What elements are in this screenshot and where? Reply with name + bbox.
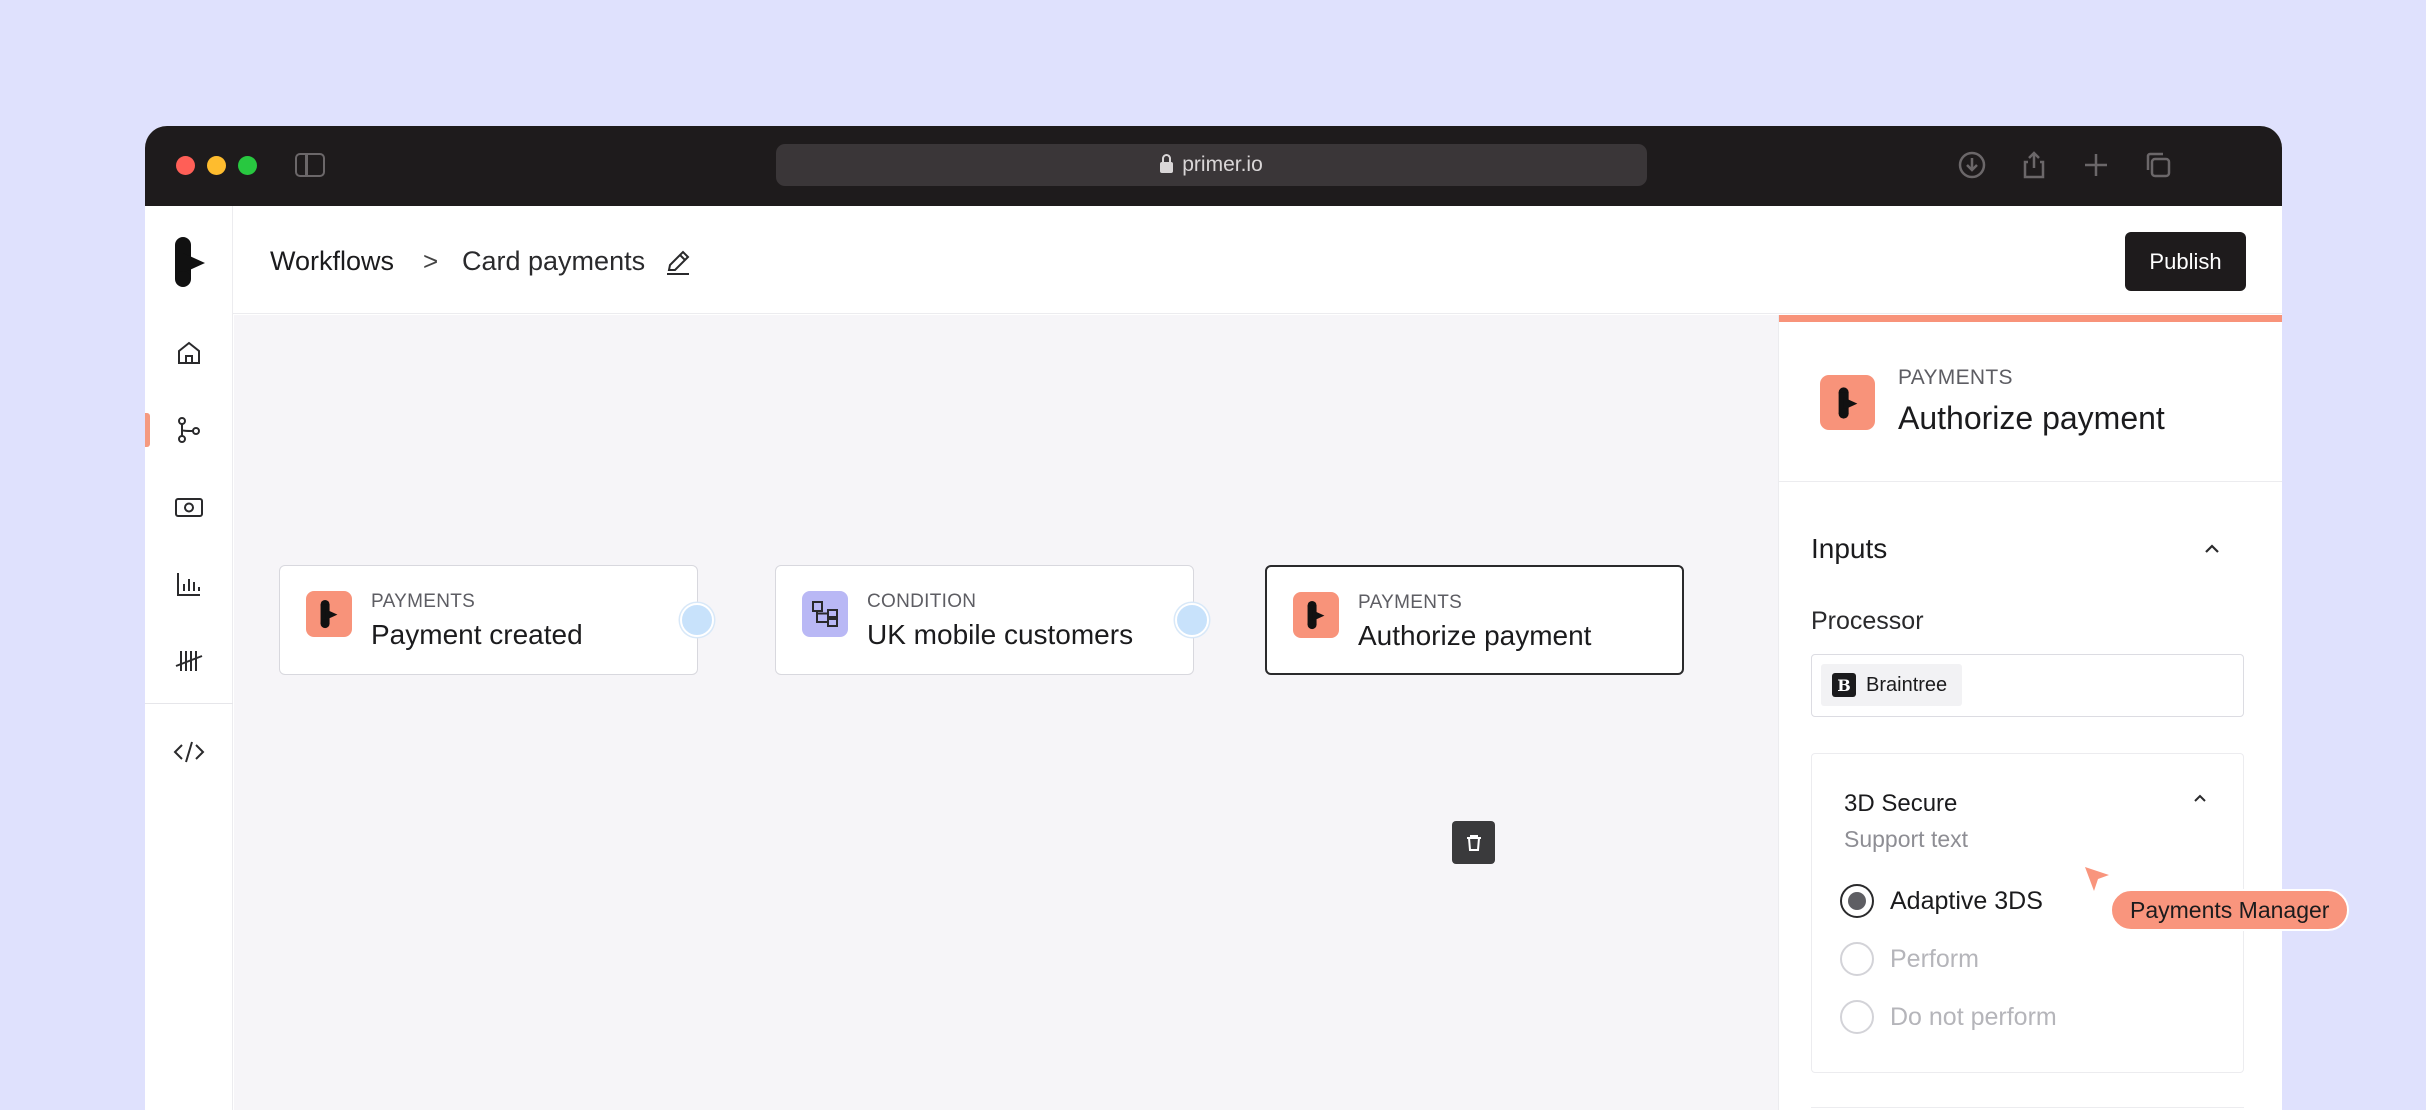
workflows-icon	[178, 417, 200, 443]
panel-title: Authorize payment	[1898, 400, 2165, 436]
three-ds-support-text: Support text	[1844, 826, 1969, 852]
radio-label: Do not perform	[1890, 1002, 2057, 1031]
cursor-user-tag: Payments Manager	[2110, 889, 2350, 931]
chart-icon	[177, 573, 200, 596]
processor-chip[interactable]: B Braintree	[1821, 664, 1963, 706]
primer-logo-icon	[1820, 375, 1875, 430]
breadcrumb-separator: >	[423, 246, 439, 276]
workflow-node-payment-created[interactable]: PAYMENTS Payment created	[279, 565, 698, 675]
panel-category: PAYMENTS	[1898, 366, 2013, 389]
three-ds-title: 3D Secure	[1844, 790, 1958, 817]
maximize-window-button[interactable]	[238, 156, 257, 175]
condition-icon	[802, 591, 848, 637]
close-window-button[interactable]	[176, 156, 195, 175]
sidebar-toggle-icon[interactable]	[295, 153, 325, 177]
inputs-section-label[interactable]: Inputs	[1811, 533, 1887, 565]
trash-icon	[1466, 834, 1481, 851]
nav-item-reconciliation[interactable]	[145, 636, 233, 686]
node-title: Authorize payment	[1358, 620, 1592, 651]
nav-item-analytics[interactable]	[145, 559, 233, 609]
publish-button[interactable]: Publish	[2125, 232, 2246, 291]
node-title: UK mobile customers	[867, 619, 1134, 650]
page-header: Workflows > Card payments Publish	[233, 206, 2282, 314]
minimize-window-button[interactable]	[207, 156, 226, 175]
nav-item-developers[interactable]	[145, 727, 233, 777]
panel-accent-bar	[1779, 315, 2282, 322]
tally-icon	[175, 651, 203, 671]
panel-divider	[1779, 481, 2282, 482]
browser-titlebar: primer.io	[145, 126, 2282, 206]
radio-option-adaptive-3ds[interactable]: Adaptive 3DS	[1840, 884, 2043, 918]
chevron-up-icon[interactable]	[2201, 538, 2223, 560]
code-icon	[173, 741, 205, 763]
braintree-logo-icon: B	[1832, 673, 1856, 697]
chevron-up-icon[interactable]	[2191, 790, 2209, 808]
delete-node-button[interactable]	[1452, 821, 1495, 864]
node-output-port[interactable]	[1175, 603, 1209, 637]
primer-logo-icon	[306, 591, 352, 637]
browser-window: primer.io Workflows > Card payments Publ…	[145, 126, 2282, 1110]
primer-logo-icon[interactable]	[174, 236, 206, 288]
radio-option-do-not-perform[interactable]: Do not perform	[1840, 1000, 2057, 1034]
processor-label: Processor	[1811, 607, 1924, 635]
breadcrumb-workflows[interactable]: Workflows	[270, 246, 394, 277]
download-icon[interactable]	[1957, 150, 1987, 180]
cursor-pointer-icon	[2085, 867, 2109, 891]
node-category: CONDITION	[867, 591, 977, 612]
left-navigation	[145, 206, 233, 1110]
home-icon	[178, 341, 200, 364]
node-output-port[interactable]	[680, 603, 714, 637]
radio-button[interactable]	[1840, 942, 1874, 976]
nav-item-payments[interactable]	[145, 482, 233, 532]
processor-value: Braintree	[1866, 673, 1948, 696]
primer-logo-icon	[1293, 592, 1339, 638]
radio-label: Adaptive 3DS	[1890, 886, 2043, 915]
pencil-icon[interactable]	[664, 248, 692, 276]
address-bar[interactable]: primer.io	[776, 144, 1647, 186]
new-tab-icon[interactable]	[2081, 150, 2111, 180]
radio-button[interactable]	[1840, 884, 1874, 918]
node-settings-panel: PAYMENTS Authorize payment Inputs Proces…	[1778, 315, 2282, 1110]
radio-label: Perform	[1890, 944, 1979, 973]
workflow-canvas[interactable]: PAYMENTS Payment created CONDITION UK mo…	[234, 315, 1778, 1110]
cash-icon	[175, 498, 203, 517]
radio-option-perform[interactable]: Perform	[1840, 942, 1979, 976]
node-category: PAYMENTS	[1358, 592, 1463, 613]
workflow-node-condition[interactable]: CONDITION UK mobile customers	[775, 565, 1194, 675]
nav-item-workflows[interactable]	[145, 405, 233, 455]
nav-item-home[interactable]	[145, 328, 233, 378]
share-icon[interactable]	[2019, 150, 2049, 180]
node-title: Payment created	[371, 619, 583, 650]
lock-icon	[1160, 153, 1174, 173]
panel-divider	[1811, 1107, 2244, 1108]
radio-button[interactable]	[1840, 1000, 1874, 1034]
tabs-overview-icon[interactable]	[2143, 150, 2173, 180]
nav-divider	[145, 703, 233, 704]
breadcrumb-current: Card payments	[462, 246, 646, 276]
workflow-node-authorize-payment[interactable]: PAYMENTS Authorize payment	[1265, 565, 1684, 675]
url-text: primer.io	[1182, 153, 1263, 176]
processor-select[interactable]: B Braintree	[1811, 654, 2244, 717]
node-category: PAYMENTS	[371, 591, 476, 612]
